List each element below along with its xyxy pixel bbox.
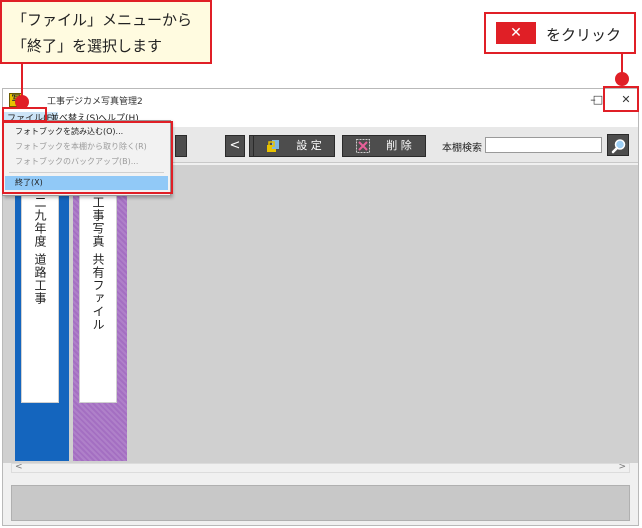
book-title: 二九年度 道路工事 [33,196,47,305]
status-panel [11,485,630,521]
prev-button[interactable]: < [225,135,245,157]
window-title: 工事デジカメ写真管理2 [47,97,143,107]
close-callout-text: をクリック [546,26,622,44]
lock-settings-icon [266,139,280,153]
scroll-right-icon[interactable]: > [618,462,626,472]
maximize-icon: □ [592,93,604,106]
settings-label: 設 定 [296,139,322,152]
callout-line-1: 「ファイル」メニューから [12,11,193,29]
close-x-badge: ✕ [496,22,536,44]
search-label: 本棚検索 [442,143,482,154]
horizontal-scrollbar[interactable]: < > [11,462,630,473]
photobook-purple[interactable]: 工事写真 共有ファイル [73,171,127,461]
delete-label: 削 除 [386,139,412,152]
settings-button[interactable]: 設 定 [253,135,335,157]
highlight-file-menu [2,107,47,122]
delete-x-icon [356,139,371,153]
book-title: 工事写真 共有ファイル [91,196,105,331]
bookshelf-area: 二九年度 道路工事 工事写真 共有ファイル [3,165,638,463]
callout-connector [21,63,23,96]
search-input[interactable] [485,137,602,153]
photobook-blue[interactable]: 二九年度 道路工事 [15,171,69,461]
close-instruction-callout: ✕ をクリック [484,12,636,54]
book-spine-label: 工事写真 共有ファイル [79,171,117,403]
highlight-dropdown [2,121,173,194]
title-bar: 写 工事デジカメ写真管理2 – □ ✕ [3,89,638,111]
instruction-callout: 「ファイル」メニューから 「終了」を選択します [0,0,212,64]
chevron-left-icon: < [229,138,241,153]
delete-button[interactable]: 削 除 [342,135,426,157]
search-button[interactable] [607,134,629,156]
hidden-toolbar-button[interactable] [175,135,187,157]
book-spine-label: 二九年度 道路工事 [21,171,59,403]
highlight-close-button [603,86,639,112]
close-icon: ✕ [510,25,522,41]
search-icon [611,139,626,154]
close-marker-dot [615,72,629,86]
scroll-left-icon[interactable]: < [15,462,23,472]
callout-line-2: 「終了」を選択します [12,37,163,55]
close-callout-connector [621,54,623,74]
